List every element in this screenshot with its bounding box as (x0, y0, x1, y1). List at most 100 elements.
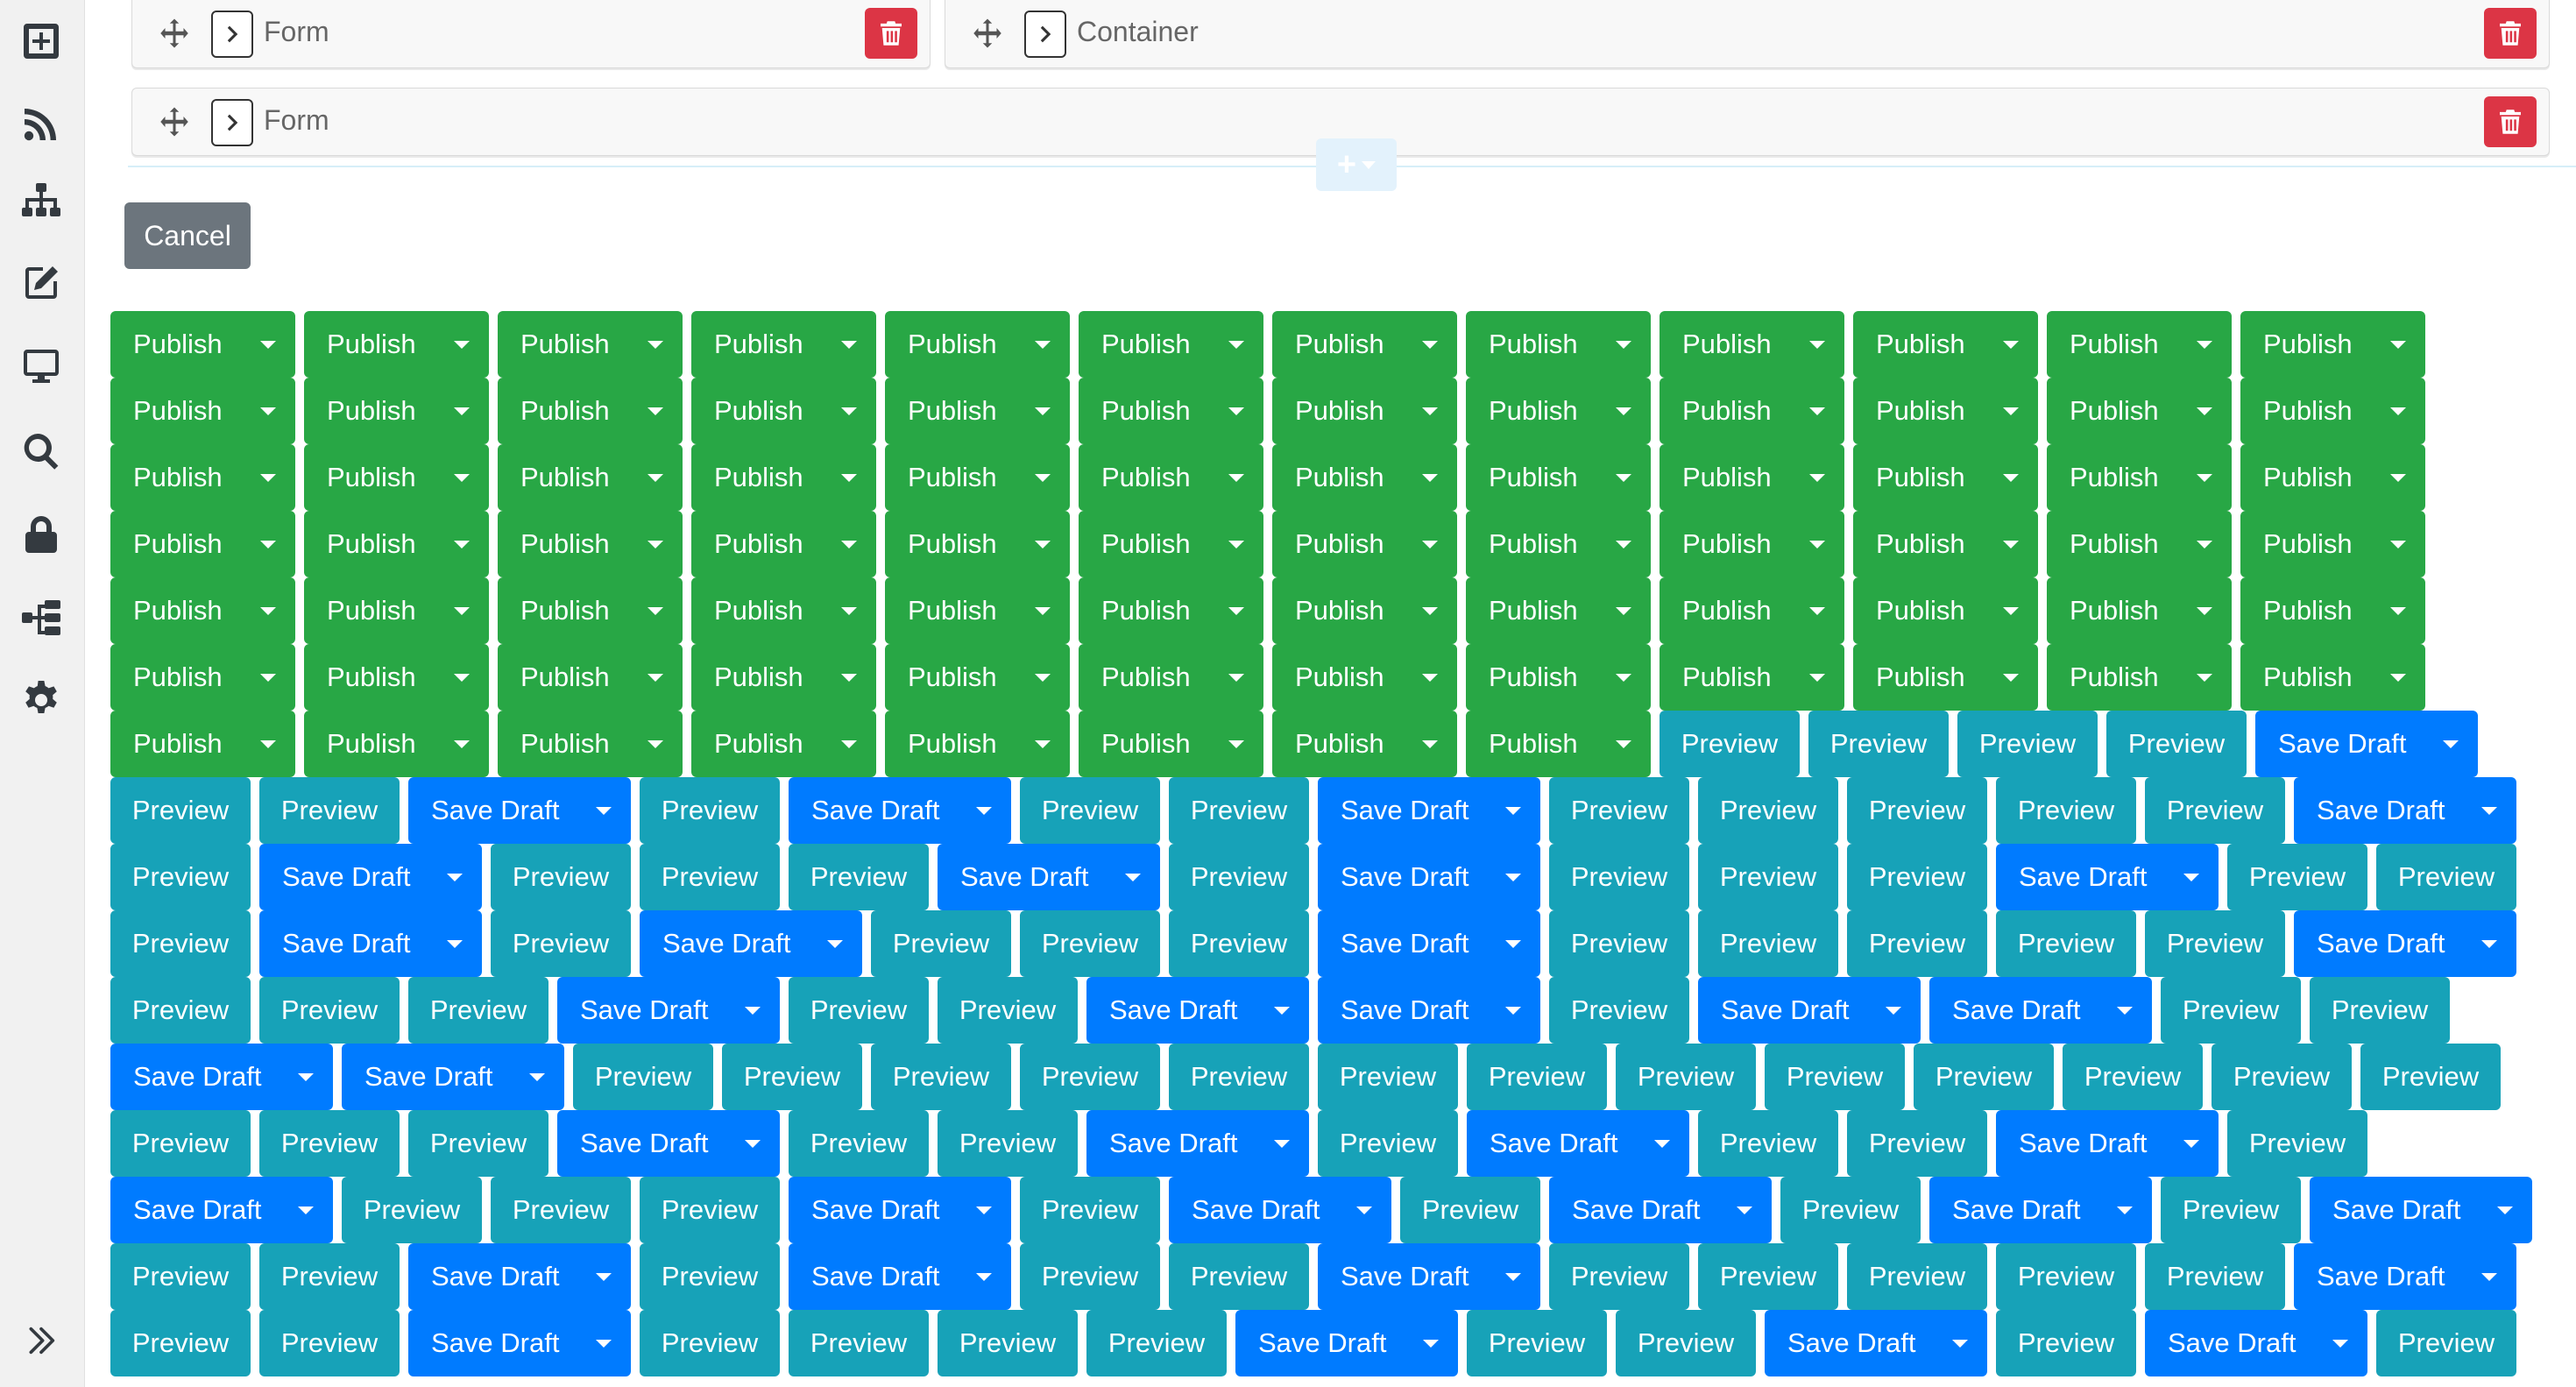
save-draft-button[interactable]: Save Draft (1549, 1177, 1772, 1243)
caret-down-icon[interactable] (447, 939, 463, 948)
preview-button[interactable]: Preview (1914, 1044, 2054, 1110)
caret-down-icon[interactable] (827, 939, 843, 948)
caret-down-icon[interactable] (1035, 540, 1051, 548)
publish-button[interactable]: Publish (110, 378, 295, 444)
preview-button[interactable]: Preview (110, 777, 251, 844)
save-draft-button[interactable]: Save Draft (640, 910, 862, 977)
caret-down-icon[interactable] (648, 407, 663, 415)
preview-button[interactable]: Preview (1467, 1044, 1607, 1110)
save-draft-button[interactable]: Save Draft (342, 1044, 564, 1110)
caret-down-icon[interactable] (596, 1272, 612, 1281)
caret-down-icon[interactable] (260, 407, 276, 415)
preview-button[interactable]: Preview (1780, 1177, 1921, 1243)
publish-button[interactable]: Publish (1660, 311, 1844, 378)
preview-button[interactable]: Preview (1169, 844, 1309, 910)
save-draft-button[interactable]: Save Draft (557, 1110, 780, 1177)
caret-down-icon[interactable] (1035, 673, 1051, 682)
preview-button[interactable]: Preview (1169, 777, 1309, 844)
preview-button[interactable]: Preview (1318, 1110, 1458, 1177)
preview-button[interactable]: Preview (1996, 777, 2136, 844)
publish-button[interactable]: Publish (1660, 644, 1844, 711)
publish-button[interactable]: Publish (1466, 378, 1651, 444)
caret-down-icon[interactable] (1952, 1339, 1968, 1348)
caret-down-icon[interactable] (1035, 606, 1051, 615)
preview-button[interactable]: Preview (1847, 1110, 1987, 1177)
caret-down-icon[interactable] (2197, 473, 2212, 482)
publish-button[interactable]: Publish (691, 311, 876, 378)
caret-down-icon[interactable] (976, 1206, 992, 1214)
preview-button[interactable]: Preview (1020, 1044, 1160, 1110)
caret-down-icon[interactable] (1228, 473, 1244, 482)
caret-down-icon[interactable] (648, 540, 663, 548)
caret-down-icon[interactable] (260, 739, 276, 748)
lock-icon[interactable] (14, 508, 68, 563)
preview-button[interactable]: Preview (2360, 1044, 2501, 1110)
publish-button[interactable]: Publish (498, 378, 683, 444)
caret-down-icon[interactable] (841, 407, 857, 415)
caret-down-icon[interactable] (454, 606, 470, 615)
preview-button[interactable]: Preview (640, 1243, 780, 1310)
publish-button[interactable]: Publish (498, 711, 683, 777)
publish-button[interactable]: Publish (2240, 511, 2425, 577)
save-draft-button[interactable]: Save Draft (789, 1243, 1011, 1310)
delete-button[interactable] (2484, 8, 2537, 59)
preview-button[interactable]: Preview (1698, 777, 1838, 844)
publish-button[interactable]: Publish (691, 577, 876, 644)
publish-button[interactable]: Publish (304, 577, 489, 644)
publish-button[interactable]: Publish (110, 711, 295, 777)
preview-button[interactable]: Preview (938, 977, 1078, 1044)
publish-button[interactable]: Publish (691, 711, 876, 777)
preview-button[interactable]: Preview (1698, 1243, 1838, 1310)
add-square-icon[interactable] (14, 14, 68, 68)
caret-down-icon[interactable] (1505, 806, 1521, 815)
caret-down-icon[interactable] (2390, 673, 2406, 682)
save-draft-button[interactable]: Save Draft (2294, 777, 2516, 844)
save-draft-button[interactable]: Save Draft (110, 1044, 333, 1110)
preview-button[interactable]: Preview (1698, 844, 1838, 910)
caret-down-icon[interactable] (1422, 540, 1438, 548)
publish-button[interactable]: Publish (110, 511, 295, 577)
caret-down-icon[interactable] (2197, 673, 2212, 682)
publish-button[interactable]: Publish (1853, 644, 2038, 711)
preview-button[interactable]: Preview (1169, 910, 1309, 977)
preview-button[interactable]: Preview (722, 1044, 862, 1110)
save-draft-button[interactable]: Save Draft (2294, 1243, 2516, 1310)
caret-down-icon[interactable] (454, 673, 470, 682)
caret-down-icon[interactable] (2443, 739, 2459, 748)
preview-button[interactable]: Preview (1020, 1243, 1160, 1310)
preview-button[interactable]: Preview (2145, 777, 2285, 844)
preview-button[interactable]: Preview (2310, 977, 2450, 1044)
caret-down-icon[interactable] (2003, 606, 2019, 615)
caret-down-icon[interactable] (2390, 473, 2406, 482)
caret-down-icon[interactable] (2332, 1339, 2348, 1348)
preview-button[interactable]: Preview (1549, 1243, 1689, 1310)
publish-button[interactable]: Publish (885, 577, 1070, 644)
publish-button[interactable]: Publish (110, 577, 295, 644)
publish-button[interactable]: Publish (2047, 577, 2232, 644)
caret-down-icon[interactable] (2390, 340, 2406, 349)
expand-toggle-button[interactable] (1024, 11, 1066, 58)
caret-down-icon[interactable] (454, 340, 470, 349)
caret-down-icon[interactable] (454, 540, 470, 548)
caret-down-icon[interactable] (1505, 939, 1521, 948)
preview-button[interactable]: Preview (2376, 1310, 2516, 1376)
caret-down-icon[interactable] (1228, 673, 1244, 682)
caret-down-icon[interactable] (1274, 1139, 1290, 1148)
save-draft-button[interactable]: Save Draft (1467, 1110, 1689, 1177)
publish-button[interactable]: Publish (1466, 444, 1651, 511)
publish-button[interactable]: Publish (1660, 378, 1844, 444)
caret-down-icon[interactable] (454, 473, 470, 482)
caret-down-icon[interactable] (1886, 1006, 1901, 1015)
caret-down-icon[interactable] (1423, 1339, 1439, 1348)
caret-down-icon[interactable] (2003, 407, 2019, 415)
preview-button[interactable]: Preview (1847, 844, 1987, 910)
caret-down-icon[interactable] (2197, 540, 2212, 548)
preview-button[interactable]: Preview (1549, 844, 1689, 910)
publish-button[interactable]: Publish (1079, 311, 1263, 378)
preview-button[interactable]: Preview (2212, 1044, 2352, 1110)
caret-down-icon[interactable] (298, 1206, 314, 1214)
publish-button[interactable]: Publish (498, 577, 683, 644)
publish-button[interactable]: Publish (498, 444, 683, 511)
preview-button[interactable]: Preview (1020, 910, 1160, 977)
caret-down-icon[interactable] (260, 473, 276, 482)
